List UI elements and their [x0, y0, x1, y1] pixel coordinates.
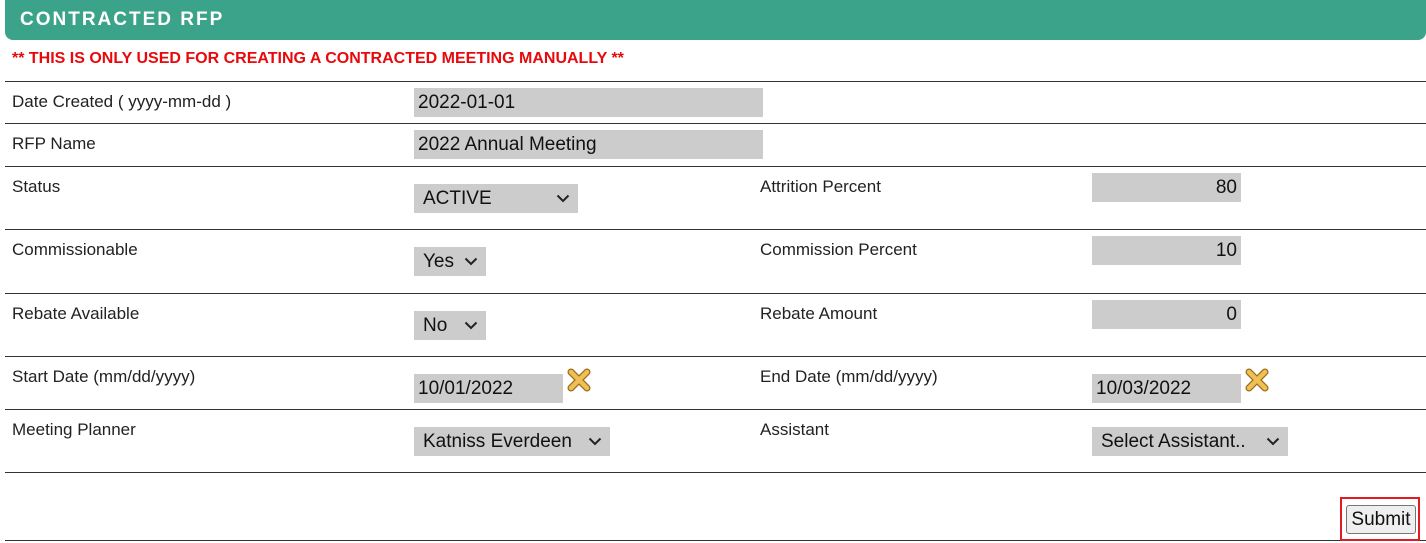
commission-percent-input[interactable]: 10: [1092, 236, 1241, 265]
attrition-percent-label: Attrition Percent: [760, 177, 881, 196]
clear-end-date-icon[interactable]: [1245, 368, 1269, 392]
row-divider: [5, 81, 1426, 82]
row-divider: [5, 123, 1426, 124]
chevron-down-icon: [464, 247, 478, 276]
section-title: CONTRACTED RFP: [20, 9, 225, 30]
chevron-down-icon: [1266, 427, 1280, 456]
row-divider: [5, 472, 1426, 473]
chevron-down-icon: [464, 311, 478, 340]
submit-button[interactable]: Submit: [1346, 505, 1416, 534]
rebate-amount-label: Rebate Amount: [760, 304, 878, 323]
status-select-value: ACTIVE: [423, 188, 492, 209]
meeting-planner-select[interactable]: Katniss Everdeen: [414, 427, 610, 456]
status-select[interactable]: ACTIVE: [414, 184, 578, 213]
status-label: Status: [12, 177, 61, 196]
assistant-label: Assistant: [760, 420, 829, 439]
rebate-available-select[interactable]: No: [414, 311, 486, 340]
start-date-label: Start Date (mm/dd/yyyy): [12, 367, 196, 386]
row-divider: [5, 293, 1426, 294]
date-created-input[interactable]: 2022-01-01: [414, 88, 763, 117]
rebate-available-label: Rebate Available: [12, 304, 140, 323]
commissionable-label: Commissionable: [12, 240, 138, 259]
rebate-amount-input[interactable]: 0: [1092, 300, 1241, 329]
end-date-input[interactable]: 10/03/2022: [1092, 374, 1241, 403]
row-divider: [5, 409, 1426, 410]
chevron-down-icon: [556, 184, 570, 213]
assistant-select[interactable]: Select Assistant..: [1092, 427, 1288, 456]
rfp-name-input[interactable]: 2022 Annual Meeting: [414, 130, 763, 159]
commissionable-select-value: Yes: [423, 251, 454, 272]
rebate-available-select-value: No: [423, 315, 448, 336]
rfp-name-label: RFP Name: [12, 134, 96, 153]
commissionable-select[interactable]: Yes: [414, 247, 486, 276]
row-divider: [5, 166, 1426, 167]
clear-start-date-icon[interactable]: [567, 368, 591, 392]
row-divider: [5, 356, 1426, 357]
row-divider: [5, 229, 1426, 230]
start-date-input[interactable]: 10/01/2022: [414, 374, 563, 403]
end-date-label: End Date (mm/dd/yyyy): [760, 367, 938, 386]
attrition-percent-input[interactable]: 80: [1092, 173, 1241, 202]
assistant-select-value: Select Assistant..: [1101, 431, 1246, 452]
chevron-down-icon: [588, 427, 602, 456]
section-header: CONTRACTED RFP: [5, 0, 1426, 40]
commission-percent-label: Commission Percent: [760, 240, 917, 259]
row-divider: [5, 540, 1426, 541]
meeting-planner-select-value: Katniss Everdeen: [423, 431, 572, 452]
meeting-planner-label: Meeting Planner: [12, 420, 136, 439]
date-created-label: Date Created ( yyyy-mm-dd ): [12, 92, 232, 111]
manual-creation-warning: ** THIS IS ONLY USED FOR CREATING A CONT…: [12, 50, 624, 67]
